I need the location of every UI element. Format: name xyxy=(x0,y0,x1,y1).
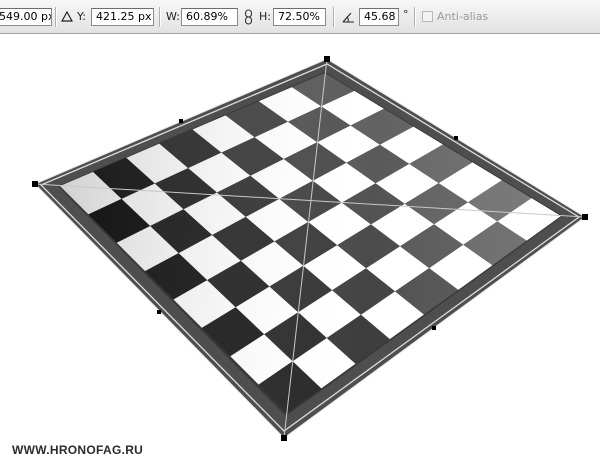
watermark-text: WWW.HRONOFAG.RU xyxy=(12,443,144,457)
options-bar: 549.00 px Y: 421.25 px W: 60.89% H: 72.5… xyxy=(0,0,600,34)
y-position-field[interactable]: 421.25 px xyxy=(91,8,154,26)
height-percent-field[interactable]: 72.50% xyxy=(273,8,326,26)
toolbar-divider xyxy=(414,7,416,27)
canvas-area[interactable] xyxy=(0,34,600,474)
link-chain-icon[interactable] xyxy=(244,9,253,25)
y-label: Y: xyxy=(77,10,86,23)
rotate-angle-icon[interactable] xyxy=(342,11,355,23)
toolbar-divider xyxy=(159,7,161,27)
width-percent-field[interactable]: 60.89% xyxy=(181,8,238,26)
antialias-label: Anti-alias xyxy=(437,10,489,23)
board-shading xyxy=(60,73,561,413)
toolbar-divider xyxy=(55,7,57,27)
degree-symbol: ° xyxy=(403,8,409,21)
rotation-angle-field[interactable]: 45.68 xyxy=(359,8,399,26)
width-label: W: xyxy=(166,10,180,23)
delta-icon[interactable] xyxy=(61,11,73,22)
checkerboard-image xyxy=(32,56,588,441)
height-label: H: xyxy=(259,10,271,23)
antialias-checkbox[interactable] xyxy=(422,11,433,22)
x-position-field[interactable]: 549.00 px xyxy=(0,8,52,26)
toolbar-divider xyxy=(333,7,335,27)
